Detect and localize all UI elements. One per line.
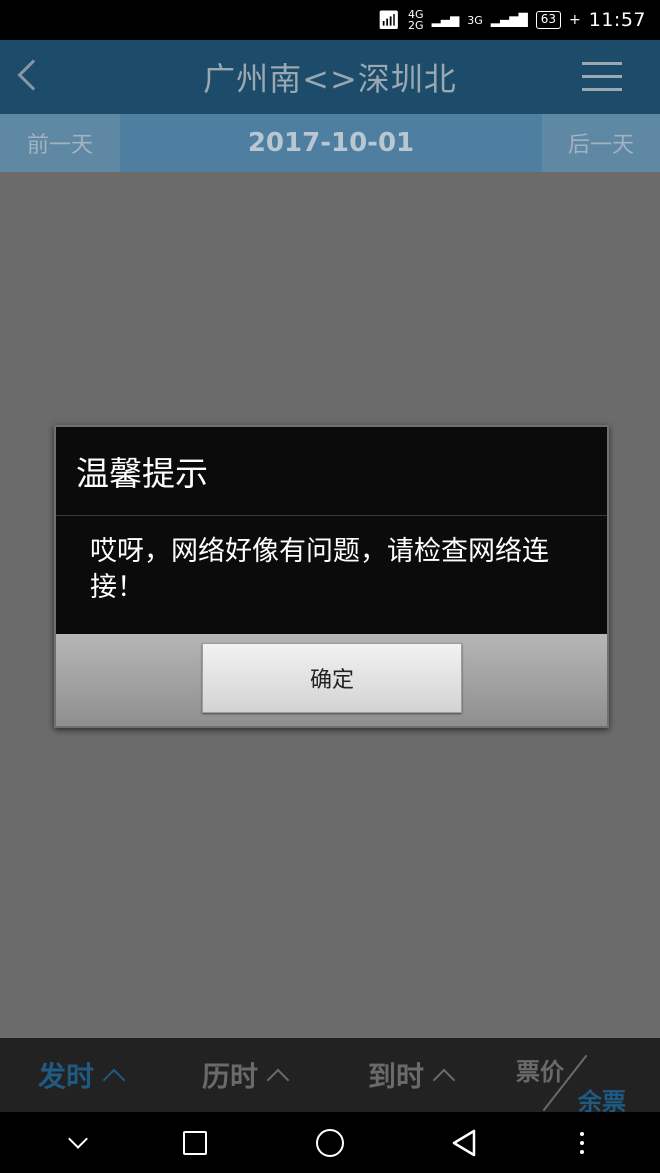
sort-arrive-time[interactable]: 到时	[368, 1055, 456, 1095]
nav-more-button[interactable]	[542, 1112, 622, 1173]
signal-bars-icon: ▂▄▆	[431, 13, 460, 27]
chevron-up-icon	[432, 1068, 456, 1092]
dialog-footer: 确定	[56, 634, 607, 726]
recents-square-icon	[183, 1130, 207, 1155]
chevron-up-icon	[102, 1068, 126, 1092]
charging-icon: +	[569, 12, 581, 28]
next-day-button[interactable]: 后一天	[542, 114, 660, 172]
clock: 11:57	[588, 9, 646, 31]
confirm-button[interactable]: 确定	[202, 643, 462, 713]
sort-arrive-label: 到时	[368, 1060, 425, 1093]
nav-back-button[interactable]	[424, 1112, 504, 1173]
dialog-message: 哎呀，网络好像有问题，请检查网络连接！	[90, 536, 549, 603]
sort-price-remaining[interactable]: 票价 余票	[516, 1048, 636, 1116]
chevron-up-icon	[266, 1068, 290, 1092]
nav-hide-button[interactable]	[38, 1112, 118, 1173]
home-circle-icon	[316, 1128, 344, 1157]
menu-icon[interactable]	[582, 62, 622, 92]
sort-depart-label: 发时	[38, 1060, 95, 1093]
title-bar: 广州南<>深圳北	[0, 40, 660, 114]
nav-recents-button[interactable]	[155, 1112, 235, 1173]
chevron-down-icon	[68, 1128, 88, 1149]
date-bar: 前一天 2017-10-01 后一天	[0, 114, 660, 172]
sort-bar: 发时 历时 到时 票价 余票	[0, 1038, 660, 1116]
sort-price-label: 票价	[516, 1058, 564, 1086]
sort-duration-label: 历时	[202, 1060, 259, 1093]
page-title: 广州南<>深圳北	[203, 60, 457, 98]
prev-day-button[interactable]: 前一天	[0, 114, 120, 172]
sort-duration[interactable]: 历时	[202, 1055, 290, 1095]
back-triangle-icon	[452, 1129, 476, 1156]
back-arrow-icon[interactable]	[17, 59, 49, 91]
current-date[interactable]: 2017-10-01	[120, 114, 542, 172]
dialog-title: 温馨提示	[56, 427, 607, 516]
more-dots-icon	[580, 1131, 584, 1154]
alert-dialog: 温馨提示 哎呀，网络好像有问题，请检查网络连接！ 确定	[54, 425, 609, 728]
navigation-bar	[0, 1112, 660, 1173]
nav-home-button[interactable]	[290, 1112, 370, 1173]
signal-3g: 3G	[467, 13, 483, 27]
sort-depart-time[interactable]: 发时	[38, 1055, 126, 1095]
battery-indicator: 63	[535, 11, 561, 29]
wifi-icon: 📶︎	[377, 9, 401, 31]
status-bar: 📶︎ 4G 2G ▂▄▆ 3G ▂▄▆█ 63 + 11:57	[0, 0, 660, 40]
signal-bars-icon: ▂▄▆█	[490, 13, 528, 27]
signal-4g-2g: 4G 2G	[408, 8, 424, 32]
